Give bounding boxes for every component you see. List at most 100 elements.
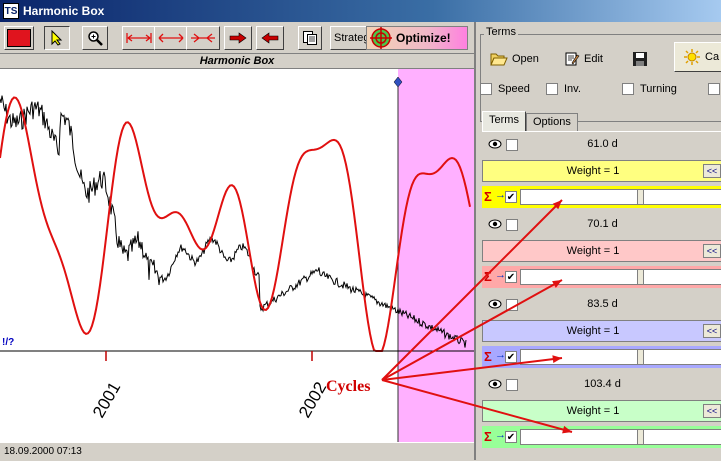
collapse-button[interactable]: <<: [703, 244, 721, 258]
turning-checkbox[interactable]: [622, 83, 634, 95]
color-button[interactable]: [4, 26, 34, 50]
term-item: 70.1 d Weight = 1 << Σ →: [482, 212, 721, 292]
term-weight: Weight = 1: [566, 325, 620, 337]
term-weight: Weight = 1: [566, 165, 620, 177]
pointer-button[interactable]: [44, 26, 70, 50]
sun-icon: [684, 49, 700, 65]
option-speed[interactable]: Speed: [480, 83, 530, 95]
toolbar: Strategy Optimize!: [0, 22, 474, 54]
term-slider-row: Σ →: [482, 266, 721, 288]
zoom-button[interactable]: [82, 26, 108, 50]
slider-thumb[interactable]: [637, 349, 644, 365]
term-weight-slider[interactable]: [520, 269, 721, 285]
edit-button[interactable]: Edit: [564, 44, 614, 74]
open-label: Open: [512, 53, 539, 65]
copy-document-icon: [303, 31, 317, 45]
forecast-zone: [398, 69, 474, 443]
edit-label: Edit: [584, 53, 603, 65]
term-weight-row: Weight = 1 <<: [482, 160, 721, 182]
sum-icon: Σ: [484, 269, 492, 284]
magnifier-icon: [88, 31, 103, 46]
term-weight-slider[interactable]: [520, 429, 721, 445]
term-header: 83.5 d: [482, 296, 721, 314]
stretch-button[interactable]: [122, 26, 156, 50]
turning-label: Turning: [640, 83, 677, 95]
panel-tabs: Terms Options: [482, 111, 578, 132]
cycles-annotation: Cycles: [326, 378, 370, 395]
term-slider-row: Σ →: [482, 346, 721, 368]
sum-icon: Σ: [484, 189, 492, 204]
inverse-label: Inv.: [564, 83, 581, 95]
term-weight-row: Weight = 1 <<: [482, 400, 721, 422]
arrow-right-icon: [229, 32, 247, 44]
term-sum-checkbox[interactable]: [505, 191, 517, 203]
optimize-button[interactable]: Optimize!: [366, 26, 468, 50]
sum-icon: Σ: [484, 429, 492, 444]
collapse-button[interactable]: <<: [703, 164, 721, 178]
term-slider-row: Σ →: [482, 426, 721, 448]
slider-thumb[interactable]: [637, 189, 644, 205]
term-weight: Weight = 1: [566, 245, 620, 257]
option-inverse[interactable]: Inv.: [546, 83, 581, 95]
speed-label: Speed: [498, 83, 530, 95]
stretch-arrows-icon: [126, 33, 152, 43]
expand-button[interactable]: [154, 26, 188, 50]
term-weight-slider[interactable]: [520, 349, 721, 365]
chart-svg: !/? 2001 2002 Cycles: [0, 69, 474, 443]
inverse-checkbox[interactable]: [546, 83, 558, 95]
term-slider-row: Σ →: [482, 186, 721, 208]
title-bar: TS Harmonic Box: [0, 0, 721, 22]
sum-icon: Σ: [484, 349, 492, 364]
terms-group-label: Terms: [484, 26, 518, 38]
calculate-label: Ca: [705, 51, 720, 63]
term-period: 70.1 d: [587, 218, 618, 230]
folder-open-icon: [490, 53, 508, 66]
term-period: 103.4 d: [584, 378, 621, 390]
open-button[interactable]: Open: [490, 44, 550, 74]
calculate-button[interactable]: Ca: [674, 42, 721, 72]
floppy-disk-icon: [633, 52, 647, 66]
chart-title: Harmonic Box: [0, 54, 474, 68]
term-sum-checkbox[interactable]: [505, 271, 517, 283]
term-sum-checkbox[interactable]: [505, 351, 517, 363]
info-label[interactable]: !/?: [2, 337, 14, 348]
shift-right-button[interactable]: [224, 26, 252, 50]
color-swatch: [7, 29, 31, 47]
window-title: Harmonic Box: [23, 4, 105, 18]
term-header: 70.1 d: [482, 216, 721, 234]
tab-terms[interactable]: Terms: [482, 111, 526, 132]
option-extra[interactable]: [708, 83, 720, 95]
term-item: 83.5 d Weight = 1 << Σ →: [482, 292, 721, 372]
slider-thumb[interactable]: [637, 269, 644, 285]
term-weight-row: Weight = 1 <<: [482, 320, 721, 342]
app-icon: TS: [3, 3, 19, 19]
copy-button[interactable]: [298, 26, 322, 50]
term-weight-row: Weight = 1 <<: [482, 240, 721, 262]
chart-area[interactable]: !/? 2001 2002 Cycles: [0, 68, 474, 443]
term-weight: Weight = 1: [566, 405, 620, 417]
term-period: 83.5 d: [587, 298, 618, 310]
slider-thumb[interactable]: [637, 429, 644, 445]
shift-left-button[interactable]: [256, 26, 284, 50]
option-turning[interactable]: Turning: [622, 83, 677, 95]
compress-button[interactable]: [186, 26, 220, 50]
term-weight-slider[interactable]: [520, 189, 721, 205]
term-list: 61.0 d Weight = 1 << Σ→ 70.1 d Weight = 1 << Σ→…: [482, 131, 721, 460]
tab-options[interactable]: Options: [525, 113, 578, 132]
target-crosshair-icon: [370, 27, 392, 49]
pointer-icon: [51, 30, 63, 46]
term-header: 103.4 d: [482, 376, 721, 394]
edit-document-icon: [565, 52, 580, 66]
term-header: 61.0 d: [482, 136, 721, 154]
term-item: 103.4 d Weight = 1 << Σ →: [482, 372, 721, 452]
term-sum-checkbox[interactable]: [505, 431, 517, 443]
optimize-label: Optimize!: [396, 31, 451, 45]
save-button[interactable]: [632, 44, 658, 74]
speed-checkbox[interactable]: [480, 83, 492, 95]
extra-checkbox[interactable]: [708, 83, 720, 95]
status-datetime: 18.09.2000 07:13: [4, 446, 82, 457]
collapse-button[interactable]: <<: [703, 324, 721, 338]
terms-panel: Terms Open Edit Ca Speed Inv. Turning Te…: [474, 22, 721, 460]
collapse-button[interactable]: <<: [703, 404, 721, 418]
expand-arrows-icon: [158, 33, 184, 43]
